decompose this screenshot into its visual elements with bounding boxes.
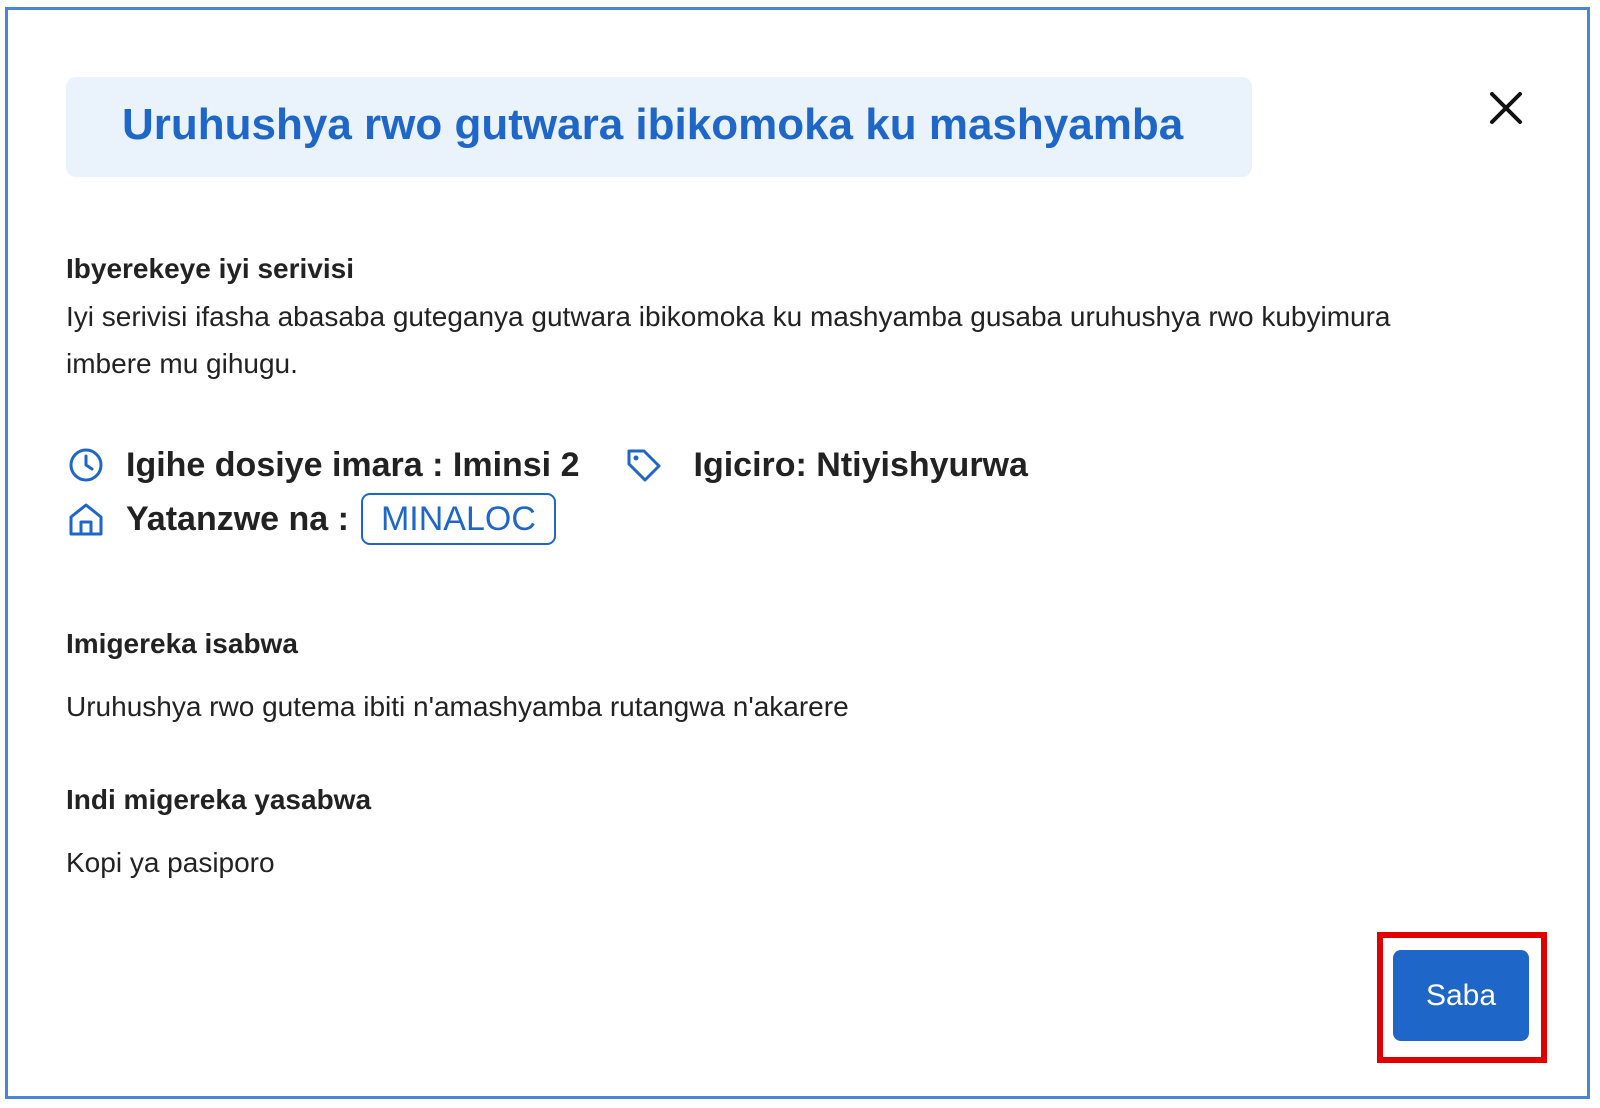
requirement-item: Uruhushya rwo gutema ibiti n'amashyamba … (66, 691, 849, 722)
service-price: Igiciro: Ntiyishyurwa (693, 445, 1028, 484)
close-icon (1490, 92, 1522, 124)
processing-duration: Igihe dosiye imara : Iminsi 2 (126, 445, 580, 484)
clock-icon (69, 448, 103, 482)
service-description: Iyi serivisi ifasha abasaba guteganya gu… (66, 301, 1391, 379)
apply-button[interactable]: Saba (1393, 950, 1529, 1041)
home-icon (69, 503, 103, 536)
service-meta-row: Igihe dosiye imara : Iminsi 2 Igiciro: N… (66, 440, 1028, 490)
tag-icon (627, 449, 660, 482)
dialog-title: Uruhushya rwo gutwara ibikomoka ku mashy… (122, 100, 1184, 149)
service-dialog: Uruhushya rwo gutwara ibikomoka ku mashy… (5, 7, 1590, 1099)
other-requirements-heading: Indi migereka yasabwa (66, 784, 372, 815)
requirements-heading: Imigereka isabwa (66, 628, 298, 659)
other-requirement-item: Kopi ya pasiporo (66, 847, 275, 878)
provider-row: Yatanzwe na : MINALOC (66, 493, 556, 545)
provider-label: Yatanzwe na : (126, 499, 349, 538)
about-heading: Ibyerekeye iyi serivisi (66, 253, 354, 284)
title-banner: Uruhushya rwo gutwara ibikomoka ku mashy… (66, 77, 1252, 177)
close-button[interactable] (1486, 88, 1526, 128)
provider-badge[interactable]: MINALOC (360, 493, 556, 545)
